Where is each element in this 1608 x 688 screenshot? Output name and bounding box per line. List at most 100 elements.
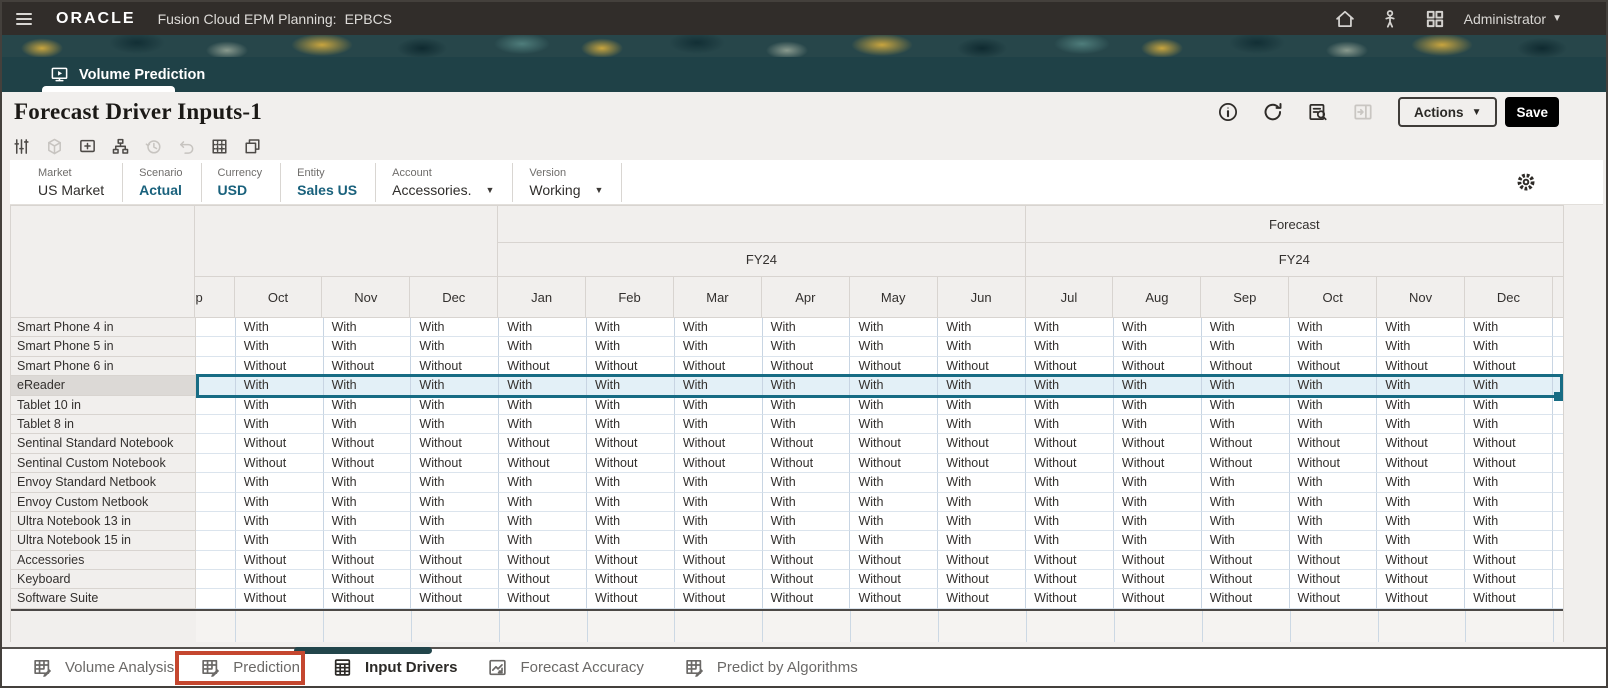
scenario-header-forecast[interactable]: Forecast [1025, 206, 1563, 243]
grid-cell[interactable]: With [850, 492, 939, 512]
grid-cell[interactable]: With [1026, 395, 1114, 415]
grid-cell-partial[interactable] [1552, 453, 1563, 474]
pov-member-value[interactable]: Working [529, 182, 580, 198]
grid-cell[interactable]: With [1289, 492, 1378, 512]
grid-cell[interactable]: Without [1465, 453, 1553, 474]
grid-cell-partial[interactable] [195, 376, 236, 396]
grid-cell[interactable]: Without [674, 550, 763, 571]
grid-cell-partial[interactable] [195, 414, 236, 435]
grid-cell[interactable]: Without [762, 356, 851, 377]
grid-cell-partial[interactable] [195, 356, 236, 377]
grid-cell[interactable]: With [1465, 376, 1553, 396]
grid-cell[interactable]: With [323, 337, 412, 357]
row-header[interactable]: Smart Phone 5 in [11, 337, 196, 357]
grid-cell[interactable]: With [762, 473, 851, 493]
grid-cell[interactable]: With [938, 473, 1027, 493]
grid-cell[interactable]: Without [850, 570, 939, 590]
grid-cell[interactable]: With [323, 395, 412, 415]
grid-cell[interactable]: Without [235, 453, 324, 474]
grid-cell[interactable]: With [323, 376, 412, 396]
grid-cell[interactable]: Without [499, 453, 588, 474]
pov-member-value[interactable]: US Market [38, 182, 104, 198]
grid-cell[interactable]: With [762, 511, 851, 532]
pov-member-value[interactable]: Accessories. [392, 182, 471, 198]
grid-cell[interactable]: Without [235, 356, 324, 377]
grid-cell[interactable]: With [850, 337, 939, 357]
grid-cell[interactable]: With [1465, 473, 1553, 493]
grid-cell-partial[interactable] [1552, 356, 1563, 377]
grid-cell[interactable]: With [850, 531, 939, 551]
grid-cell[interactable]: With [499, 414, 588, 435]
grid-cell[interactable]: With [499, 492, 588, 512]
grid-cell[interactable]: With [235, 473, 324, 493]
grid-cell[interactable]: With [1465, 318, 1553, 338]
grid-cell[interactable]: Without [762, 550, 851, 571]
grid-cell[interactable]: Without [1113, 453, 1202, 474]
grid-cell[interactable]: With [587, 511, 675, 532]
scenario-header-empty[interactable] [498, 206, 1026, 243]
grid-cell[interactable]: Without [1201, 434, 1290, 454]
grid-cell[interactable]: With [499, 511, 588, 532]
year-header[interactable] [194, 243, 499, 277]
grid-cell[interactable]: With [1026, 376, 1114, 396]
grid-cell[interactable]: With [1465, 337, 1553, 357]
grid-cell[interactable]: With [938, 318, 1027, 338]
grid-cell[interactable]: Without [499, 550, 588, 571]
person-icon[interactable] [1379, 8, 1401, 30]
grid-cell[interactable]: With [1289, 318, 1378, 338]
grid-cell[interactable]: Without [938, 570, 1027, 590]
grid-cell[interactable]: With [499, 395, 588, 415]
month-header[interactable]: Oct [1289, 277, 1378, 318]
info-icon[interactable] [1217, 101, 1239, 123]
home-icon[interactable] [1334, 8, 1356, 30]
row-header[interactable]: Tablet 8 in [11, 414, 196, 435]
grid-cell-partial[interactable] [195, 473, 236, 493]
grid-cell-partial[interactable] [195, 589, 236, 609]
month-header[interactable]: Dec [410, 277, 499, 318]
grid-cell[interactable]: Without [411, 434, 500, 454]
grid-cell[interactable]: Without [323, 434, 412, 454]
month-header[interactable]: Mar [673, 277, 762, 318]
grid-cell[interactable]: With [587, 414, 675, 435]
grid-cell[interactable]: Without [323, 453, 412, 474]
grid-cell[interactable]: Without [1026, 589, 1114, 609]
grid-cell[interactable]: With [850, 395, 939, 415]
grid-cell[interactable]: Without [235, 550, 324, 571]
grid-cell[interactable]: Without [1026, 434, 1114, 454]
grid-cell[interactable]: Without [1465, 434, 1553, 454]
grid-cell[interactable]: With [1289, 376, 1378, 396]
grid-cell[interactable]: Without [674, 356, 763, 377]
grid-cell[interactable]: With [1113, 414, 1202, 435]
month-header[interactable]: Aug [1113, 277, 1202, 318]
grid-cell[interactable]: With [762, 531, 851, 551]
grid-cell[interactable]: With [587, 395, 675, 415]
grid-cell[interactable]: Without [323, 356, 412, 377]
grid-cell[interactable]: With [850, 318, 939, 338]
grid-cell[interactable]: Without [1026, 570, 1114, 590]
grid-cell[interactable]: With [1289, 395, 1378, 415]
grid-cell[interactable]: With [1289, 511, 1378, 532]
grid-cell[interactable]: With [1113, 337, 1202, 357]
pov-member-value[interactable]: Actual [139, 182, 182, 198]
grid-cell-partial[interactable] [195, 511, 236, 532]
grid-cell[interactable]: With [323, 414, 412, 435]
month-header[interactable]: Feb [586, 277, 674, 318]
grid-cell[interactable]: With [1201, 473, 1290, 493]
grid-cell[interactable]: Without [499, 570, 588, 590]
grid-cell[interactable]: With [1201, 318, 1290, 338]
grid-cell[interactable]: With [235, 376, 324, 396]
grid-cell[interactable]: Without [1289, 550, 1378, 571]
grid-cell[interactable]: Without [762, 589, 851, 609]
save-button[interactable]: Save [1505, 97, 1559, 127]
grid-cell[interactable]: With [411, 492, 500, 512]
grid-cell[interactable]: With [1377, 376, 1466, 396]
grid-cell[interactable]: Without [411, 589, 500, 609]
grid-cell-partial[interactable] [1552, 337, 1563, 357]
grid-cell[interactable]: With [850, 511, 939, 532]
grid-cell[interactable]: With [850, 473, 939, 493]
grid-cell[interactable]: With [674, 376, 763, 396]
row-header[interactable]: Accessories [11, 550, 196, 571]
row-header[interactable]: Smart Phone 4 in [11, 318, 196, 338]
grid-cell[interactable]: With [1465, 531, 1553, 551]
grid-cell[interactable]: With [762, 414, 851, 435]
